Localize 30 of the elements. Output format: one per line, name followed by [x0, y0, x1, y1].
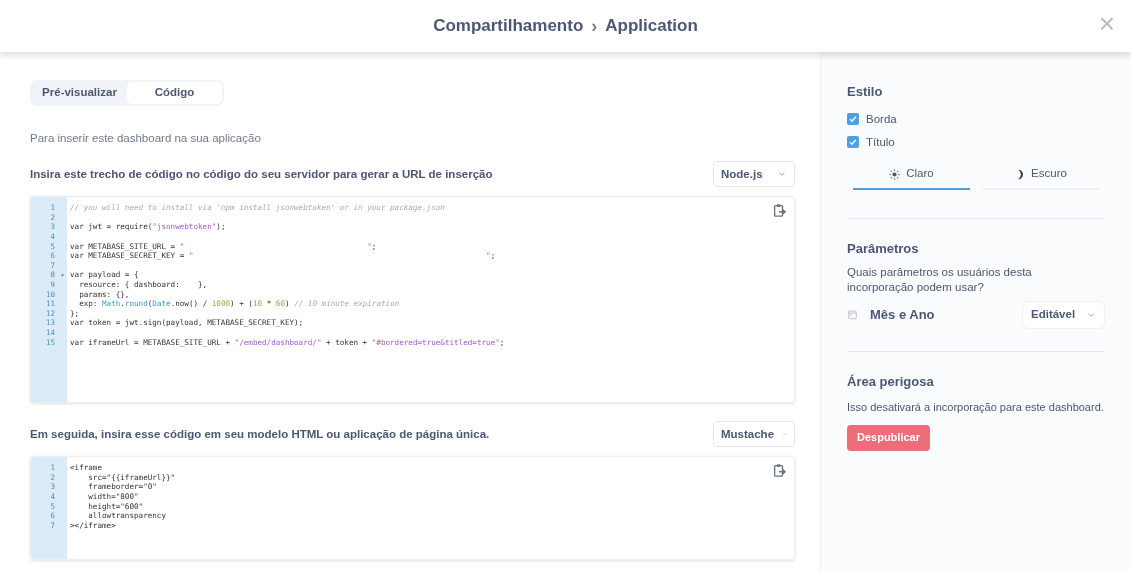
- checkbox[interactable]: [847, 136, 859, 149]
- language-select[interactable]: Node.js: [713, 161, 795, 188]
- theme-tab[interactable]: Claro: [853, 160, 970, 190]
- section-heading: Parâmetros: [847, 240, 920, 258]
- parameter-name: Mês e Ano: [870, 305, 935, 324]
- code-instruction: Insira este trecho de código no código do seu servidor para gerar a URL de inserção: [30, 166, 493, 182]
- tab[interactable]: Código: [127, 82, 222, 104]
- copy-icon[interactable]: [772, 463, 786, 478]
- theme-tab[interactable]: Escuro: [982, 160, 1099, 190]
- sun-icon: [889, 168, 901, 180]
- copy-icon[interactable]: [772, 203, 786, 218]
- code-instruction: Em seguida, insira esse código em seu modelo HTML ou aplicação de página única.: [30, 426, 490, 442]
- tab[interactable]: Pré-visualizar: [32, 82, 127, 104]
- checkbox[interactable]: [847, 113, 859, 126]
- check-icon: [848, 114, 858, 125]
- section-description: Isso desativará a incorporação para este dashboard.: [847, 400, 1105, 415]
- breadcrumb-link[interactable]: Compartilhamento: [433, 13, 584, 39]
- checkbox-label: Borda: [866, 111, 897, 127]
- breadcrumb-title: Application: [605, 15, 698, 38]
- checkbox-label: Título: [866, 134, 895, 150]
- intro-text: Para inserir este dashboard na sua aplicação: [30, 131, 262, 146]
- fold-arrow-icon[interactable]: [60, 272, 65, 278]
- parameter-mode-select[interactable]: Editável: [1022, 300, 1105, 329]
- breadcrumb-separator: ›: [591, 14, 598, 38]
- section-heading: Área perigosa: [847, 372, 935, 391]
- check-icon: [848, 137, 858, 148]
- section-description: Quais parâmetros os usuários desta incorporação podem usar?: [847, 264, 1033, 295]
- section-heading: Estilo: [847, 83, 884, 101]
- language-select[interactable]: Mustache: [713, 421, 795, 448]
- calendar-icon: [847, 309, 858, 320]
